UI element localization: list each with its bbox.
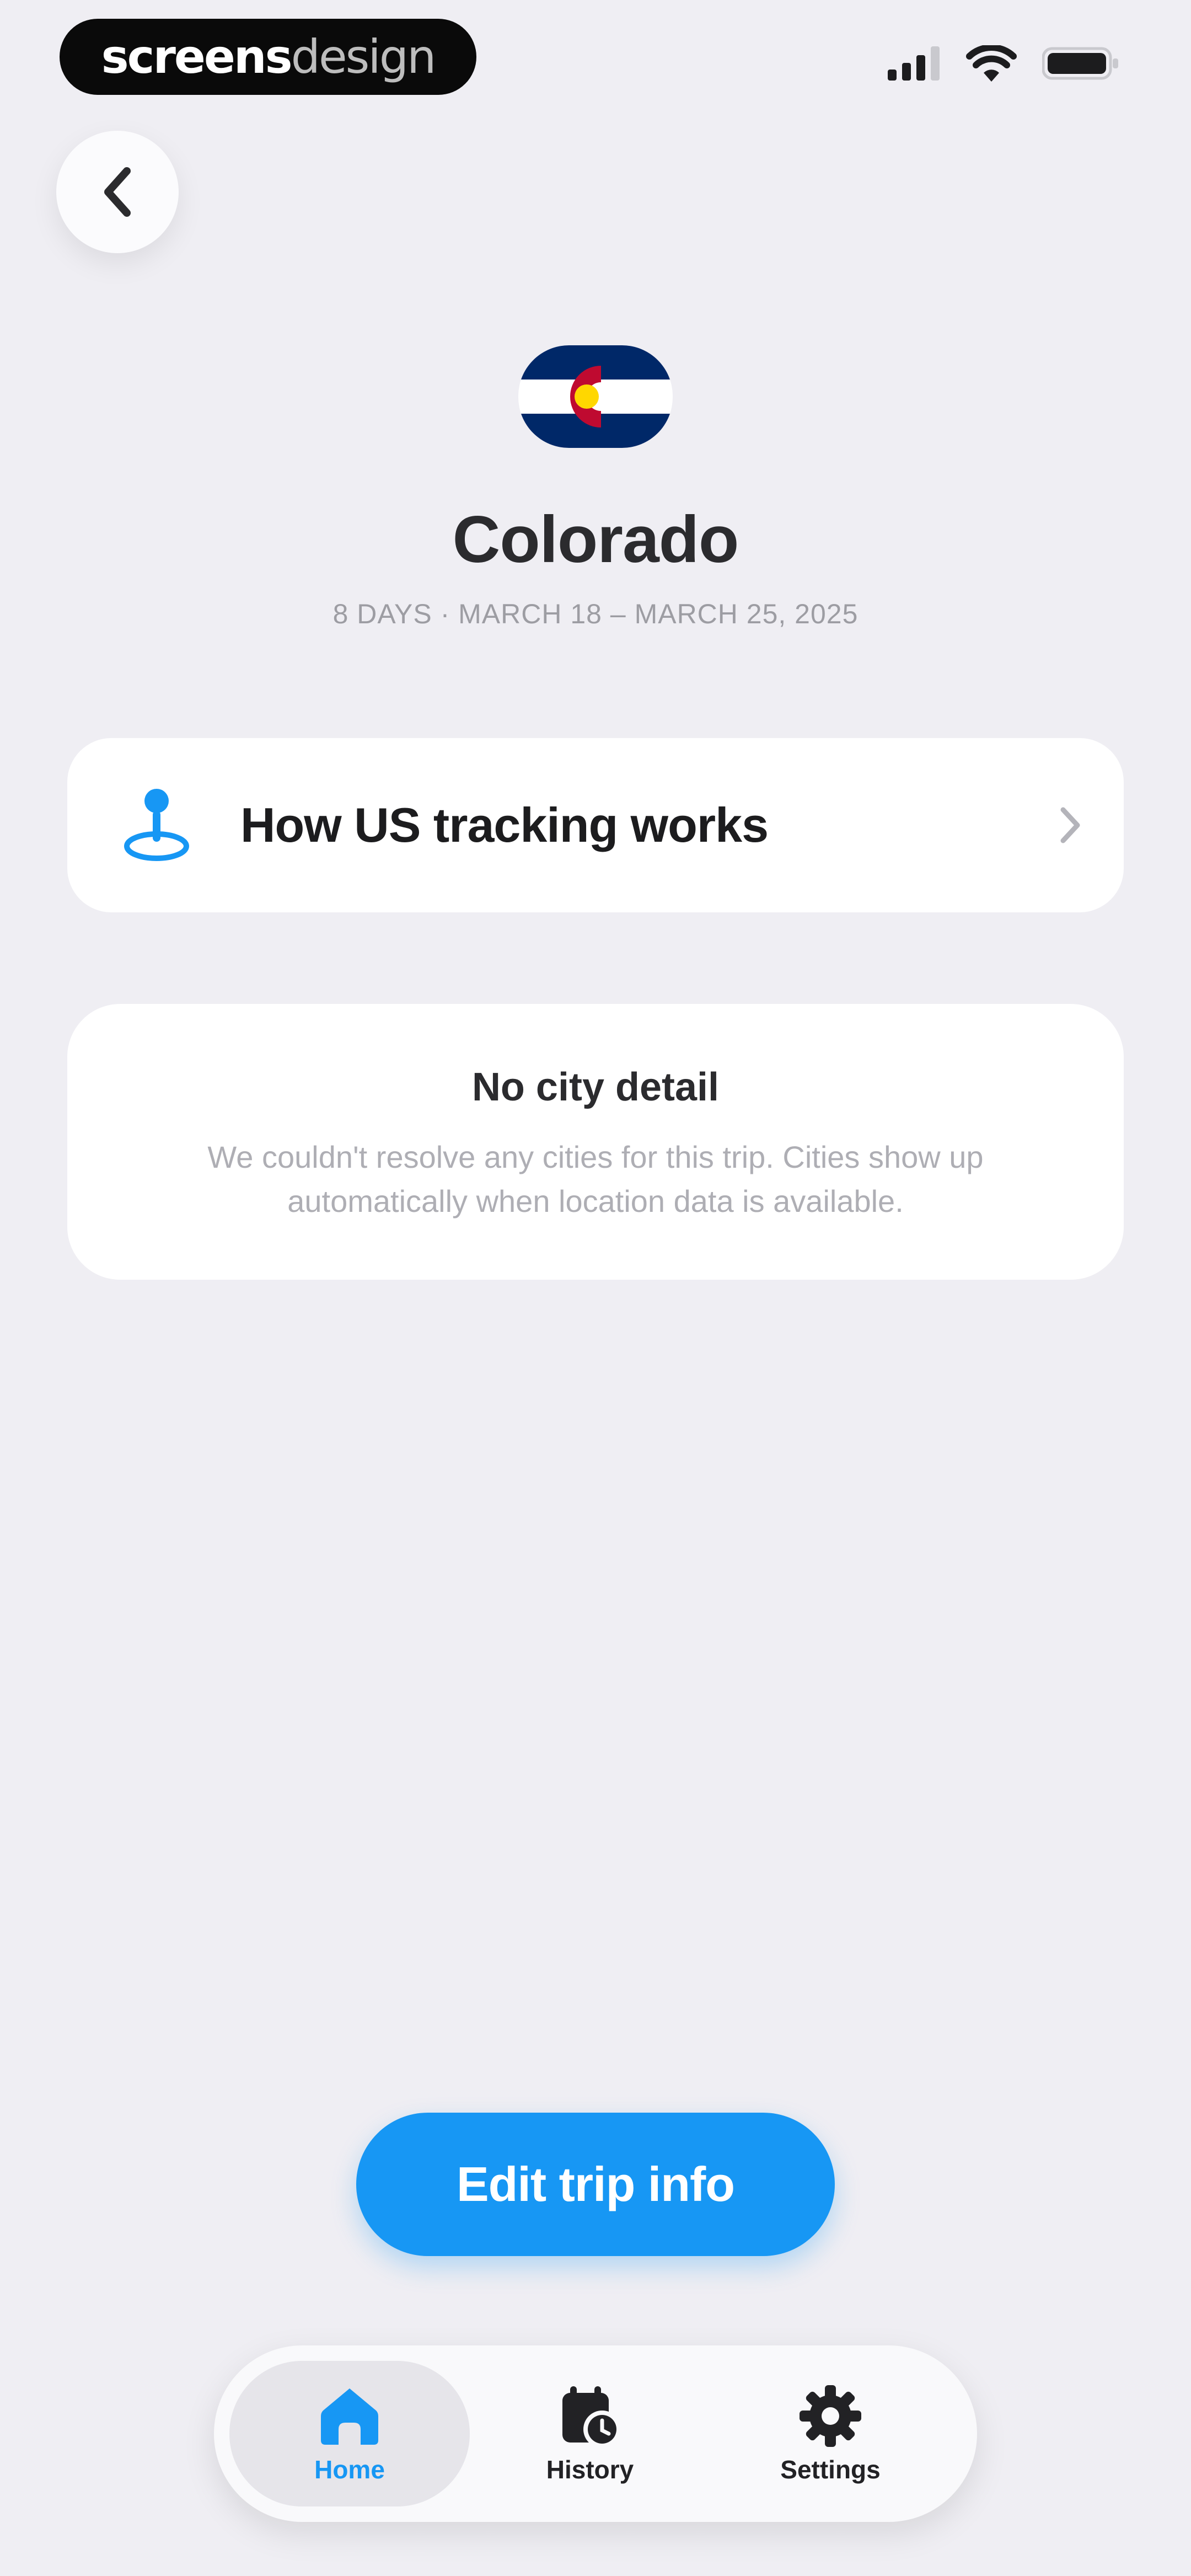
tab-settings-label: Settings bbox=[780, 2455, 881, 2484]
tab-home-label: Home bbox=[314, 2455, 385, 2484]
tab-bar: Home History Settings bbox=[214, 2345, 977, 2522]
map-pin-icon bbox=[124, 789, 189, 861]
empty-state-body: We couldn't resolve any cities for this … bbox=[207, 1140, 984, 1218]
tab-history[interactable]: History bbox=[470, 2361, 710, 2506]
how-tracking-works-label: How US tracking works bbox=[240, 798, 769, 852]
chevron-left-icon bbox=[104, 167, 131, 217]
page-title: Colorado bbox=[452, 503, 739, 576]
battery-icon bbox=[1042, 47, 1118, 80]
watermark-light-text: design bbox=[291, 30, 437, 84]
how-tracking-works-row[interactable]: How US tracking works bbox=[67, 738, 1124, 912]
tab-history-label: History bbox=[546, 2455, 634, 2484]
edit-trip-info-button[interactable]: Edit trip info bbox=[356, 2113, 835, 2256]
wifi-icon bbox=[966, 45, 1017, 82]
trip-detail-screen: screens design Colorado 8 DAYS · MARCH 1… bbox=[0, 0, 1191, 2576]
chevron-right-icon bbox=[1060, 807, 1080, 843]
gear-icon bbox=[800, 2385, 861, 2447]
tab-home[interactable]: Home bbox=[229, 2361, 470, 2506]
tab-settings[interactable]: Settings bbox=[710, 2361, 951, 2506]
watermark-bold-text: screens bbox=[101, 30, 293, 84]
calendar-clock-icon bbox=[562, 2386, 621, 2448]
screensdesign-watermark: screens design bbox=[60, 19, 476, 95]
home-icon bbox=[321, 2388, 378, 2445]
colorado-flag-icon bbox=[518, 345, 673, 448]
back-button[interactable] bbox=[56, 131, 179, 253]
empty-state-heading: No city detail bbox=[471, 1065, 720, 1109]
empty-state-card: No city detail We couldn't resolve any c… bbox=[67, 1004, 1124, 1280]
cellular-signal-icon bbox=[888, 46, 940, 81]
status-icons bbox=[888, 45, 1119, 82]
trip-dates-subtitle: 8 DAYS · MARCH 18 – MARCH 25, 2025 bbox=[332, 598, 859, 629]
colorado-flag bbox=[518, 345, 673, 448]
